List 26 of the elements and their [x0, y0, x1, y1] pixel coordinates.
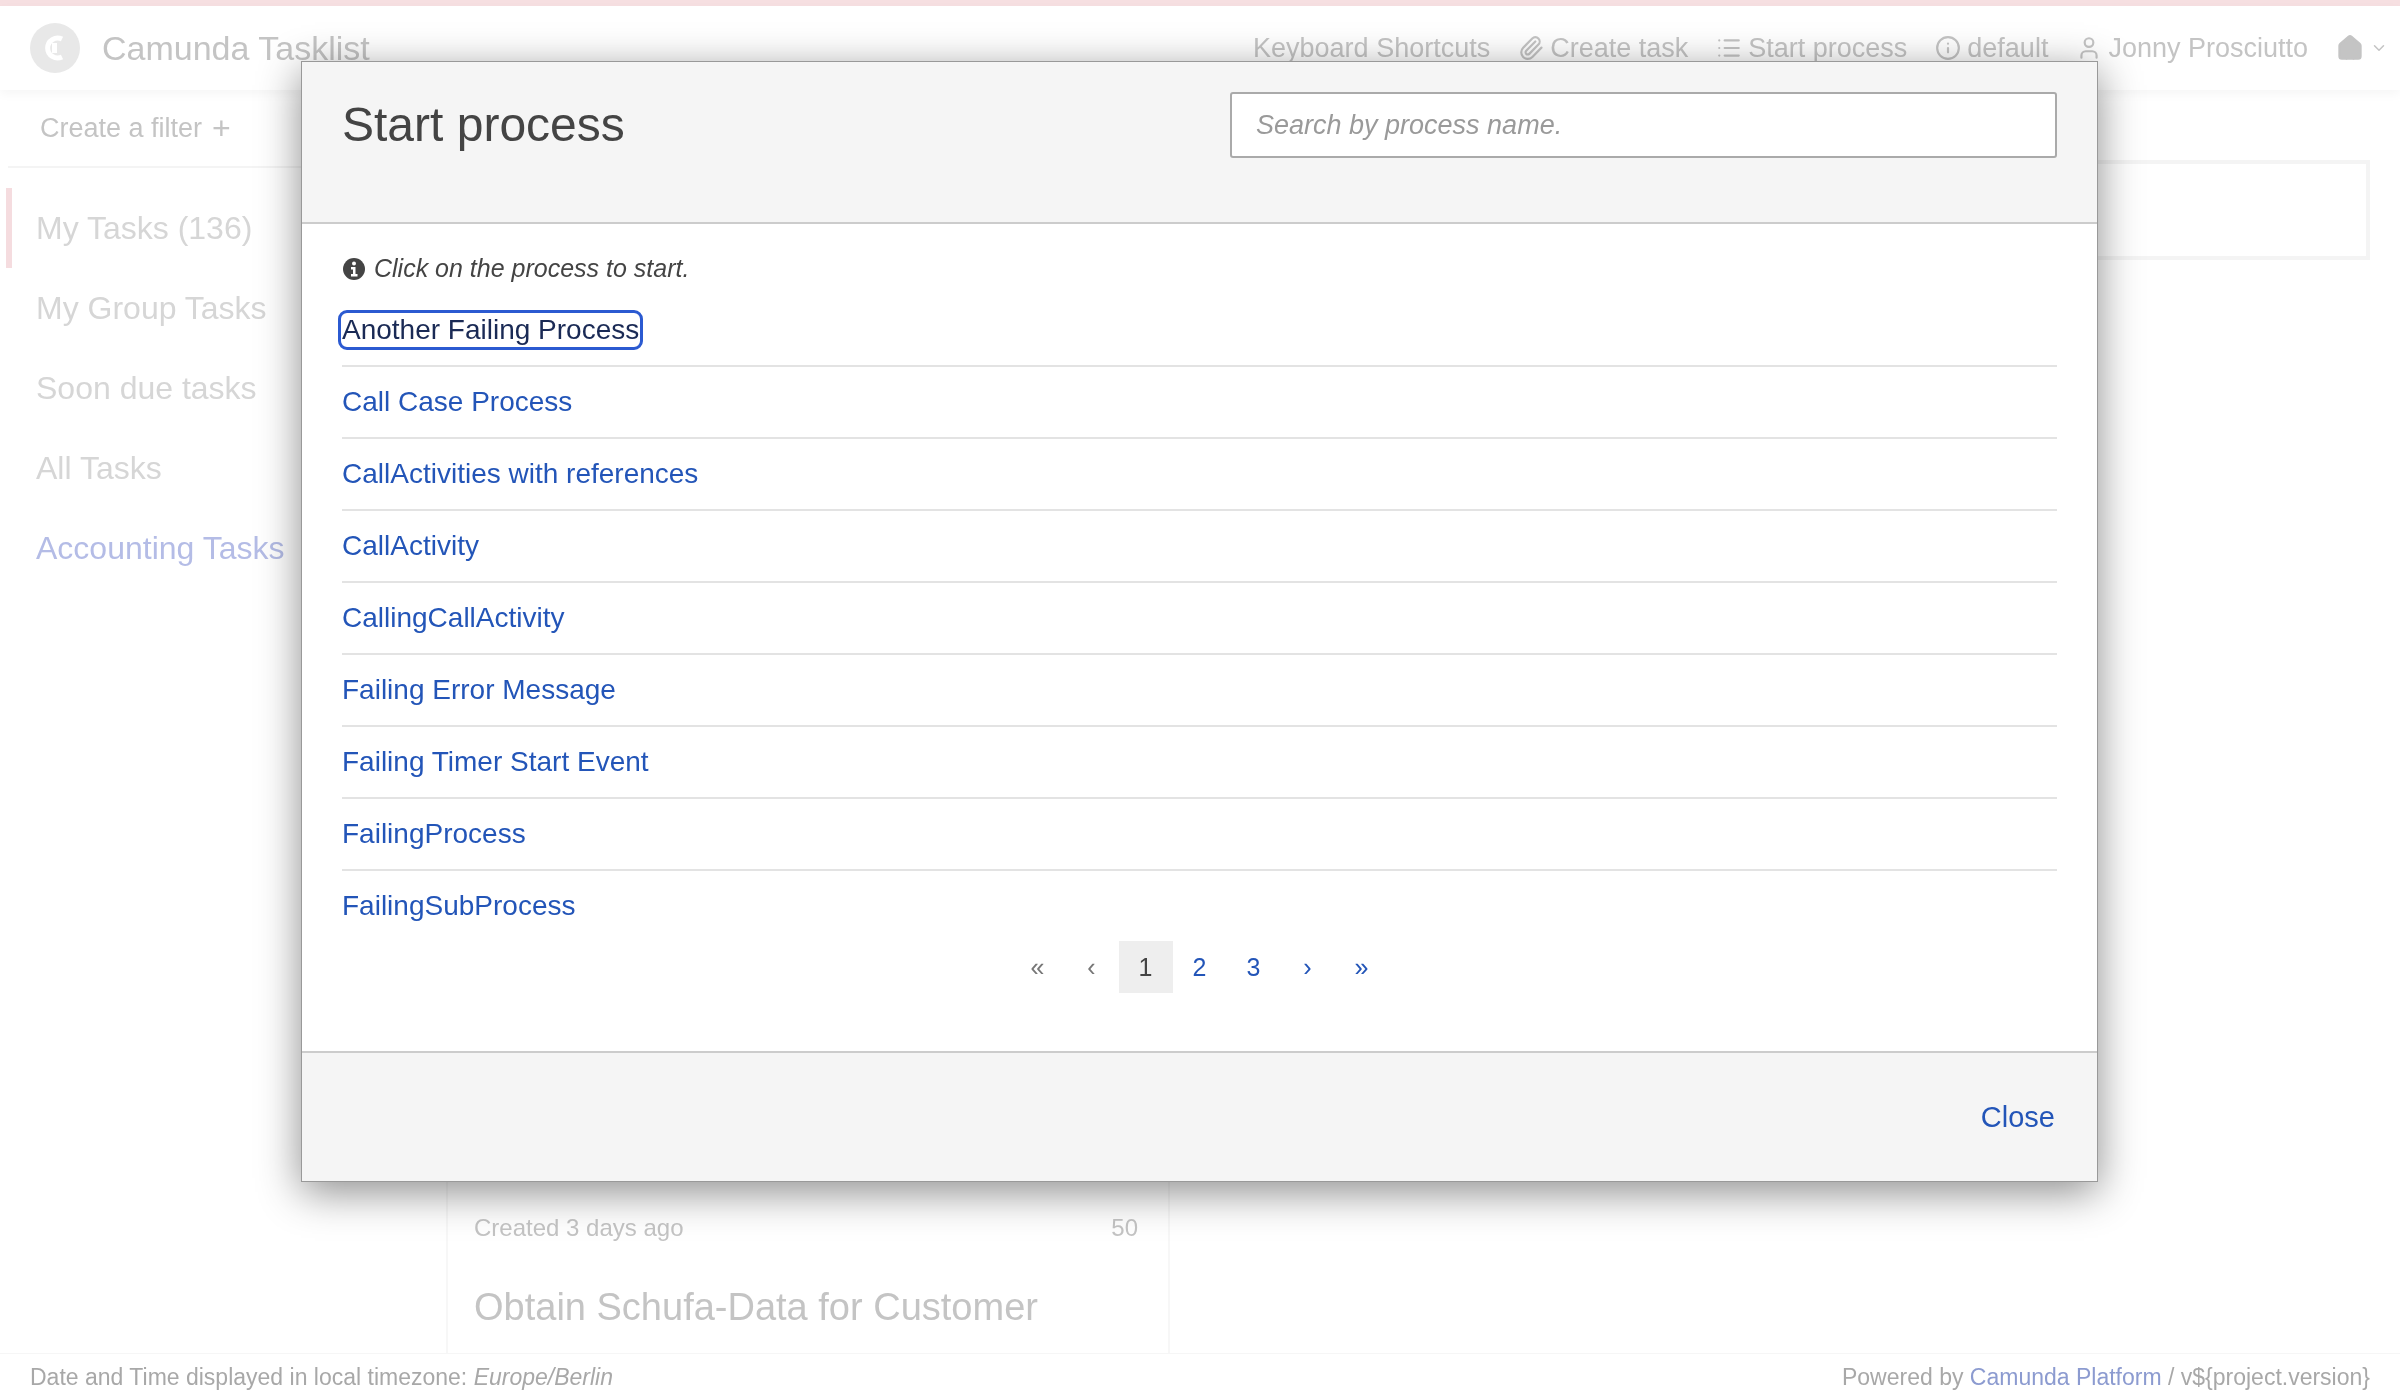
info-icon — [1935, 35, 1962, 61]
process-link[interactable]: FailingProcess — [342, 818, 526, 850]
app-title: Camunda Tasklist — [102, 28, 370, 68]
page-link[interactable]: 2 — [1172, 941, 1227, 993]
process-link[interactable]: FailingSubProcess — [342, 890, 576, 922]
platform-link[interactable]: Camunda Platform — [1969, 1363, 2162, 1390]
timezone-note: Date and Time displayed in local timezone: Europe/Berlin — [30, 1363, 613, 1391]
search-field[interactable]: Search by process name. — [1230, 92, 2057, 158]
home-icon — [2336, 34, 2364, 62]
powered-by-note: Powered by Camunda Platform / v${project.version} — [1842, 1363, 2370, 1391]
page-link[interactable]: » — [1334, 941, 1389, 993]
dialog-title: Start process — [342, 97, 625, 153]
page-link[interactable]: 3 — [1226, 941, 1281, 993]
page-link[interactable]: 1 — [1118, 941, 1173, 993]
process-link[interactable]: Failing Error Message — [342, 674, 616, 706]
info-icon — [342, 256, 366, 281]
process-link[interactable]: CallActivities with references — [342, 458, 699, 490]
process-link[interactable]: Call Case Process — [342, 386, 573, 418]
paperclip-icon — [1518, 35, 1545, 61]
task-priority: 50 — [1111, 1214, 1138, 1242]
process-link[interactable]: CallingCallActivity — [342, 602, 565, 634]
close-button[interactable]: Close — [1980, 1092, 2055, 1142]
process-link[interactable]: CallActivity — [342, 530, 479, 562]
created-time: Created 3 days ago — [474, 1214, 684, 1242]
process-link[interactable]: Failing Timer Start Event — [342, 746, 649, 778]
page-link[interactable]: › — [1280, 941, 1335, 993]
